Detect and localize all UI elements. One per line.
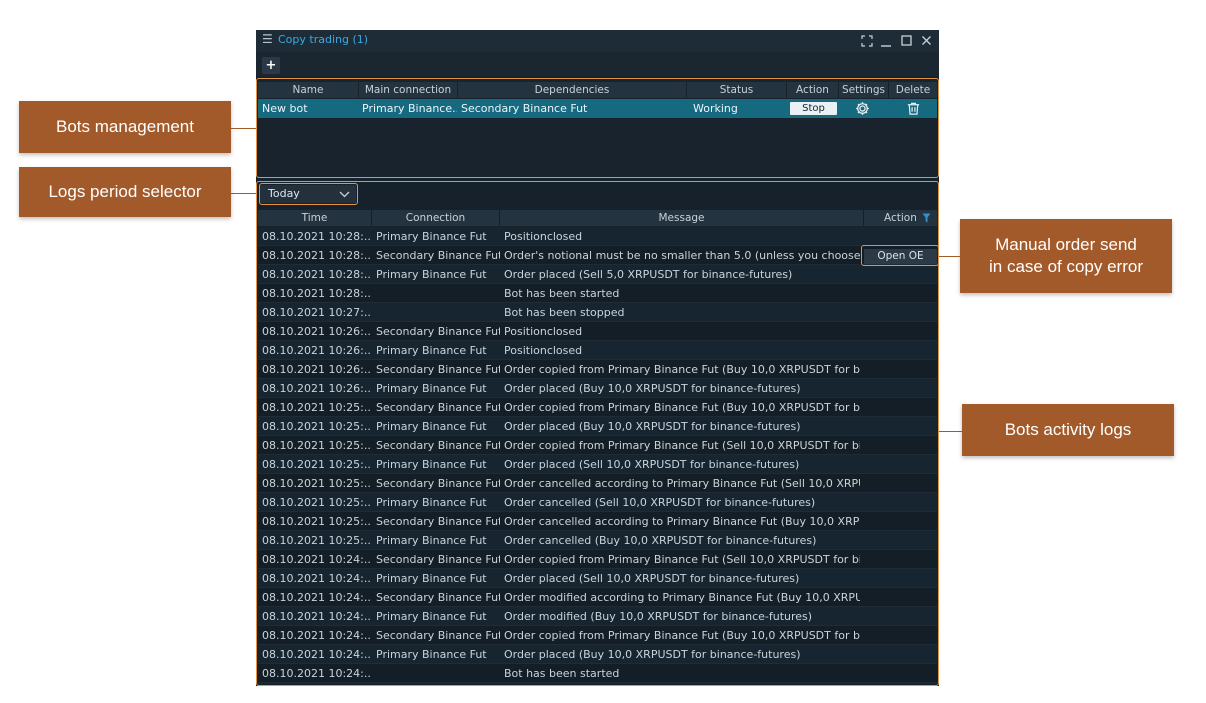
bots-management-highlight xyxy=(256,78,939,178)
callout-bots-management-text: Bots management xyxy=(56,117,194,136)
callout-line-period xyxy=(231,193,258,194)
minimize-icon[interactable] xyxy=(880,35,892,47)
callout-line-manual xyxy=(939,256,960,257)
callout-logs-period: Logs period selector xyxy=(19,167,231,217)
window-title: Copy trading (1) xyxy=(278,33,369,46)
callout-line-bots xyxy=(231,128,256,129)
callout-line-logs xyxy=(939,431,962,432)
add-bot-button[interactable]: + xyxy=(262,57,280,74)
toolbar xyxy=(256,52,939,76)
callout-logs-period-text: Logs period selector xyxy=(48,182,202,201)
fullscreen-icon[interactable] xyxy=(861,35,873,47)
callout-activity-logs-text: Bots activity logs xyxy=(1004,420,1132,439)
callout-manual-order-line2: in case of copy error xyxy=(988,257,1143,276)
callout-bots-management: Bots management xyxy=(19,101,231,153)
callout-manual-order-line1: Manual order send xyxy=(995,235,1137,254)
hamburger-menu-icon[interactable]: ☰ xyxy=(262,32,273,46)
maximize-icon[interactable] xyxy=(901,35,913,47)
title-bar: ☰ Copy trading (1) xyxy=(256,30,939,52)
close-icon[interactable] xyxy=(921,35,933,47)
copy-trading-window: ☰ Copy trading (1) + Name Main connectio… xyxy=(256,30,939,686)
callout-activity-logs: Bots activity logs xyxy=(962,404,1174,456)
callout-manual-order: Manual order send in case of copy error xyxy=(960,219,1172,293)
activity-logs-highlight xyxy=(256,181,939,686)
